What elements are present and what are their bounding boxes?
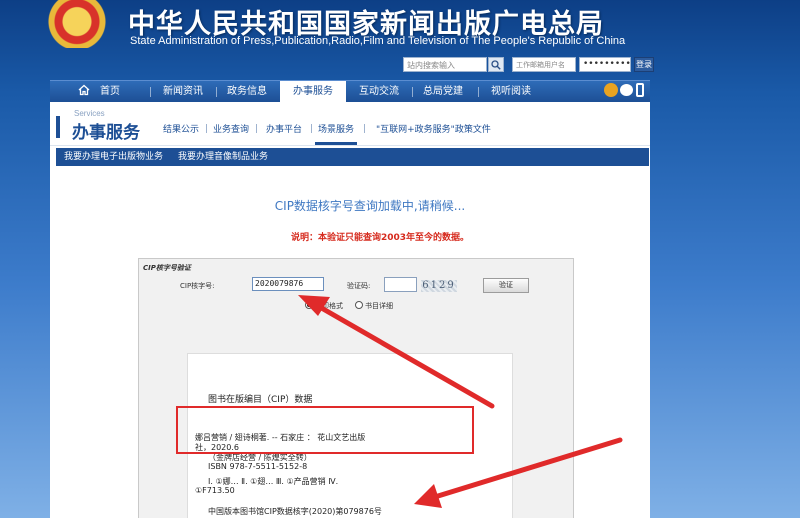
section-header: Services 办事服务 结果公示 业务查询 办事平台 场景服务 "互联网+政… — [50, 102, 650, 146]
nav-item-interaction[interactable]: 互动交流 — [352, 81, 406, 103]
captcha-image[interactable]: 6129 — [421, 280, 457, 292]
cip-number-input[interactable]: 2020079876 — [252, 277, 324, 291]
notice-text: 说明：本验证只能查询2003年至今的数据。 — [290, 233, 470, 243]
verify-button[interactable]: 验证 — [483, 278, 529, 293]
radio-detail-format[interactable] — [355, 301, 363, 309]
captcha-label: 验证码: — [347, 282, 371, 290]
form-title: CIP核字号验证 — [143, 264, 191, 272]
cip-line: 中国版本图书馆CIP数据核字(2020)第079876号 — [208, 507, 382, 516]
nav-item-government-info[interactable]: 政务信息 — [222, 81, 272, 103]
email-username-input[interactable]: 工作邮箱用户名 — [512, 57, 576, 72]
nav-item-services[interactable]: 办事服务 — [280, 81, 346, 103]
subnav-divider — [311, 124, 312, 133]
site-subtitle: State Administration of Press,Publicatio… — [130, 35, 626, 47]
wechat-icon[interactable] — [620, 84, 633, 96]
section-title-en: Services — [74, 109, 105, 118]
radio-detail-label: 书目详细 — [365, 302, 393, 310]
annotation-highlight-box — [176, 406, 474, 454]
search-icon — [491, 60, 501, 70]
captcha-input[interactable] — [384, 277, 417, 292]
main-panel: Services 办事服务 结果公示 业务查询 办事平台 场景服务 "互联网+政… — [50, 102, 650, 518]
quick-link-audiovisual[interactable]: 我要办理音像制品业务 — [178, 148, 268, 166]
cip-heading: 图书在版编目（CIP）数据 — [208, 395, 313, 405]
login-button[interactable]: 登录 — [634, 57, 654, 72]
cip-number-label: CIP核字号: — [180, 282, 215, 290]
subnav-divider — [206, 124, 207, 133]
cip-verify-form: CIP核字号验证 CIP核字号: 2020079876 验证码: 6129 验证… — [138, 258, 574, 518]
search-login-bar: 站内搜索输入 工作邮箱用户名 ••••••••• 登录 — [0, 57, 800, 73]
home-icon — [78, 84, 90, 96]
nav-item-media[interactable]: 视听阅读 — [484, 81, 538, 103]
subnav-business-query[interactable]: 业务查询 — [213, 122, 249, 135]
quick-links-bar: 我要办理电子出版物业务 我要办理音像制品业务 — [56, 148, 649, 166]
subnav-divider — [256, 124, 257, 133]
nav-divider — [150, 87, 151, 97]
subnav-divider — [364, 124, 365, 133]
site-header: 中华人民共和国国家新闻出版广电总局 State Administration o… — [0, 0, 800, 58]
section-accent-bar — [56, 116, 60, 138]
subnav-results[interactable]: 结果公示 — [163, 122, 199, 135]
subnav-active-indicator — [315, 142, 357, 145]
nav-divider — [412, 87, 413, 97]
nav-divider — [478, 87, 479, 97]
nav-item-news[interactable]: 新闻资讯 — [156, 81, 210, 103]
subnav-platform[interactable]: 办事平台 — [266, 122, 302, 135]
quick-link-electronic[interactable]: 我要办理电子出版物业务 — [64, 148, 163, 166]
loading-message: CIP数据核字号查询加载中,请稍候... — [274, 199, 466, 213]
main-nav: 首页 新闻资讯 政务信息 办事服务 互动交流 总局党建 视听阅读 — [50, 80, 650, 103]
nav-item-home[interactable]: 首页 — [90, 81, 130, 103]
national-emblem-icon — [48, 0, 106, 48]
password-input[interactable]: ••••••••• — [579, 57, 631, 72]
background-calligraphy — [0, 0, 48, 518]
nav-divider — [216, 87, 217, 97]
cip-line: ISBN 978-7-5511-5152-8 — [208, 462, 308, 471]
search-button[interactable] — [488, 57, 504, 72]
cip-line: ①F713.50 — [195, 486, 235, 495]
mobile-icon[interactable] — [636, 83, 644, 97]
search-input[interactable]: 站内搜索输入 — [403, 57, 487, 72]
radio-print-label: 打印格式 — [315, 302, 343, 310]
nav-item-party[interactable]: 总局党建 — [418, 81, 468, 103]
radio-print-format[interactable] — [305, 301, 313, 309]
subnav-policy-docs[interactable]: "互联网+政务服务"政策文件 — [376, 122, 491, 135]
weibo-icon[interactable] — [604, 83, 618, 97]
subnav-scene-services[interactable]: 场景服务 — [318, 122, 354, 135]
section-title: 办事服务 — [72, 123, 140, 143]
